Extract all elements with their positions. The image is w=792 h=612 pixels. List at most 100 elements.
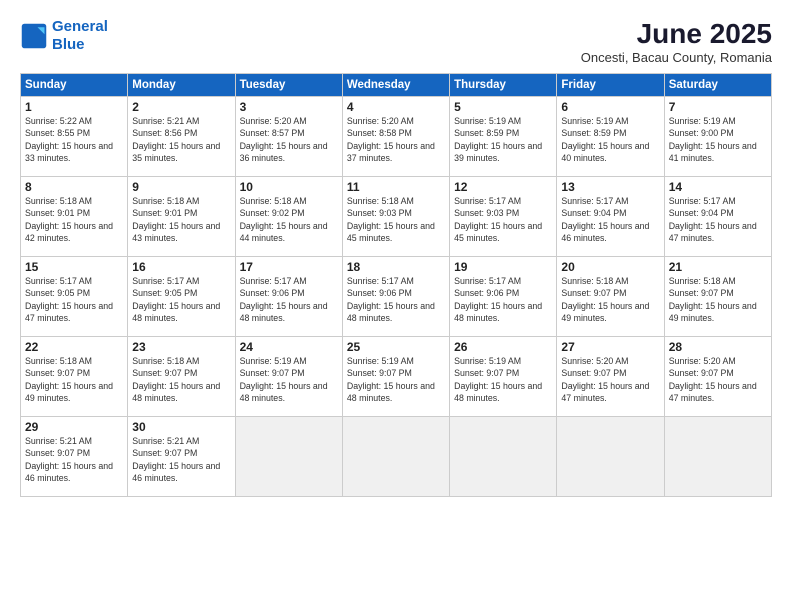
calendar-cell: 24Sunrise: 5:19 AMSunset: 9:07 PMDayligh… [235,337,342,417]
day-number: 28 [669,340,767,354]
weekday-header-thursday: Thursday [450,74,557,97]
calendar-cell: 7Sunrise: 5:19 AMSunset: 9:00 PMDaylight… [664,97,771,177]
weekday-header-row: SundayMondayTuesdayWednesdayThursdayFrid… [21,74,772,97]
day-info: Sunrise: 5:19 AMSunset: 9:07 PMDaylight:… [454,355,552,404]
day-info: Sunrise: 5:18 AMSunset: 9:01 PMDaylight:… [132,195,230,244]
day-info: Sunrise: 5:20 AMSunset: 8:57 PMDaylight:… [240,115,338,164]
day-number: 18 [347,260,445,274]
day-info: Sunrise: 5:17 AMSunset: 9:04 PMDaylight:… [561,195,659,244]
day-number: 23 [132,340,230,354]
title-block: June 2025 Oncesti, Bacau County, Romania [581,18,772,65]
logo-line2: Blue [52,36,85,53]
day-number: 16 [132,260,230,274]
day-number: 10 [240,180,338,194]
weekday-header-sunday: Sunday [21,74,128,97]
day-number: 2 [132,100,230,114]
day-info: Sunrise: 5:17 AMSunset: 9:06 PMDaylight:… [347,275,445,324]
day-info: Sunrise: 5:17 AMSunset: 9:05 PMDaylight:… [25,275,123,324]
calendar-cell [450,417,557,497]
calendar-cell: 5Sunrise: 5:19 AMSunset: 8:59 PMDaylight… [450,97,557,177]
day-info: Sunrise: 5:19 AMSunset: 9:07 PMDaylight:… [347,355,445,404]
calendar-cell: 14Sunrise: 5:17 AMSunset: 9:04 PMDayligh… [664,177,771,257]
calendar-cell [664,417,771,497]
day-info: Sunrise: 5:18 AMSunset: 9:01 PMDaylight:… [25,195,123,244]
calendar-cell [557,417,664,497]
day-info: Sunrise: 5:18 AMSunset: 9:02 PMDaylight:… [240,195,338,244]
day-info: Sunrise: 5:18 AMSunset: 9:07 PMDaylight:… [561,275,659,324]
weekday-header-wednesday: Wednesday [342,74,449,97]
day-number: 12 [454,180,552,194]
calendar-cell: 23Sunrise: 5:18 AMSunset: 9:07 PMDayligh… [128,337,235,417]
calendar-cell: 6Sunrise: 5:19 AMSunset: 8:59 PMDaylight… [557,97,664,177]
day-info: Sunrise: 5:21 AMSunset: 9:07 PMDaylight:… [25,435,123,484]
day-number: 22 [25,340,123,354]
day-info: Sunrise: 5:18 AMSunset: 9:03 PMDaylight:… [347,195,445,244]
calendar-cell: 15Sunrise: 5:17 AMSunset: 9:05 PMDayligh… [21,257,128,337]
day-info: Sunrise: 5:19 AMSunset: 9:00 PMDaylight:… [669,115,767,164]
calendar-cell: 16Sunrise: 5:17 AMSunset: 9:05 PMDayligh… [128,257,235,337]
calendar-cell: 18Sunrise: 5:17 AMSunset: 9:06 PMDayligh… [342,257,449,337]
calendar-cell: 12Sunrise: 5:17 AMSunset: 9:03 PMDayligh… [450,177,557,257]
day-number: 3 [240,100,338,114]
calendar-subtitle: Oncesti, Bacau County, Romania [581,50,772,65]
calendar-cell: 22Sunrise: 5:18 AMSunset: 9:07 PMDayligh… [21,337,128,417]
day-number: 26 [454,340,552,354]
day-info: Sunrise: 5:17 AMSunset: 9:06 PMDaylight:… [240,275,338,324]
day-number: 8 [25,180,123,194]
calendar-cell [342,417,449,497]
day-number: 25 [347,340,445,354]
week-row-4: 22 Sunrise: 5:18 AMSunset: 9:07 PMDayligh… [21,337,772,417]
weekday-header-tuesday: Tuesday [235,74,342,97]
day-number: 9 [132,180,230,194]
week-row-5: 29Sunrise: 5:21 AMSunset: 9:07 PMDayligh… [21,417,772,497]
day-number: 1 [25,100,123,114]
page: General Blue June 2025 Oncesti, Bacau Co… [0,0,792,612]
day-number: 6 [561,100,659,114]
day-number: 29 [25,420,123,434]
day-info: Sunrise: 5:18 AMSunset: 9:07 PMDaylight:… [132,355,230,404]
logo-text: General Blue [52,18,108,54]
day-number: 24 [240,340,338,354]
logo-line1: General [52,18,108,35]
day-number: 13 [561,180,659,194]
calendar-cell: 25Sunrise: 5:19 AMSunset: 9:07 PMDayligh… [342,337,449,417]
day-number: 4 [347,100,445,114]
day-number: 14 [669,180,767,194]
calendar-cell: 29Sunrise: 5:21 AMSunset: 9:07 PMDayligh… [21,417,128,497]
calendar-cell: 9Sunrise: 5:18 AMSunset: 9:01 PMDaylight… [128,177,235,257]
day-info: Sunrise: 5:21 AMSunset: 8:56 PMDaylight:… [132,115,230,164]
logo: General Blue [20,18,108,54]
day-info: Sunrise: 5:20 AMSunset: 8:58 PMDaylight:… [347,115,445,164]
day-number: 20 [561,260,659,274]
calendar-cell: 30Sunrise: 5:21 AMSunset: 9:07 PMDayligh… [128,417,235,497]
calendar-cell: 10Sunrise: 5:18 AMSunset: 9:02 PMDayligh… [235,177,342,257]
header: General Blue June 2025 Oncesti, Bacau Co… [20,18,772,65]
week-row-3: 15Sunrise: 5:17 AMSunset: 9:05 PMDayligh… [21,257,772,337]
calendar-cell: 28Sunrise: 5:20 AMSunset: 9:07 PMDayligh… [664,337,771,417]
calendar-cell: 11Sunrise: 5:18 AMSunset: 9:03 PMDayligh… [342,177,449,257]
day-number: 27 [561,340,659,354]
day-info: Sunrise: 5:22 AMSunset: 8:55 PMDaylight:… [25,115,123,164]
calendar-cell: 2Sunrise: 5:21 AMSunset: 8:56 PMDaylight… [128,97,235,177]
weekday-header-friday: Friday [557,74,664,97]
day-info: Sunrise: 5:17 AMSunset: 9:03 PMDaylight:… [454,195,552,244]
calendar-cell: 19Sunrise: 5:17 AMSunset: 9:06 PMDayligh… [450,257,557,337]
day-number: 21 [669,260,767,274]
calendar-cell: 27Sunrise: 5:20 AMSunset: 9:07 PMDayligh… [557,337,664,417]
calendar-cell: 21Sunrise: 5:18 AMSunset: 9:07 PMDayligh… [664,257,771,337]
calendar-cell: 1Sunrise: 5:22 AMSunset: 8:55 PMDaylight… [21,97,128,177]
day-number: 15 [25,260,123,274]
day-info: Sunrise: 5:17 AMSunset: 9:05 PMDaylight:… [132,275,230,324]
weekday-header-saturday: Saturday [664,74,771,97]
day-info: Sunrise: 5:21 AMSunset: 9:07 PMDaylight:… [132,435,230,484]
day-info: Sunrise: 5:18 AMSunset: 9:07 PMDaylight:… [669,275,767,324]
logo-icon [20,22,48,50]
week-row-1: 1Sunrise: 5:22 AMSunset: 8:55 PMDaylight… [21,97,772,177]
day-number: 30 [132,420,230,434]
week-row-2: 8Sunrise: 5:18 AMSunset: 9:01 PMDaylight… [21,177,772,257]
day-number: 5 [454,100,552,114]
day-info: Sunrise: 5:19 AMSunset: 8:59 PMDaylight:… [454,115,552,164]
day-info: Sunrise: 5:17 AMSunset: 9:06 PMDaylight:… [454,275,552,324]
calendar-cell [235,417,342,497]
calendar-cell: 4Sunrise: 5:20 AMSunset: 8:58 PMDaylight… [342,97,449,177]
